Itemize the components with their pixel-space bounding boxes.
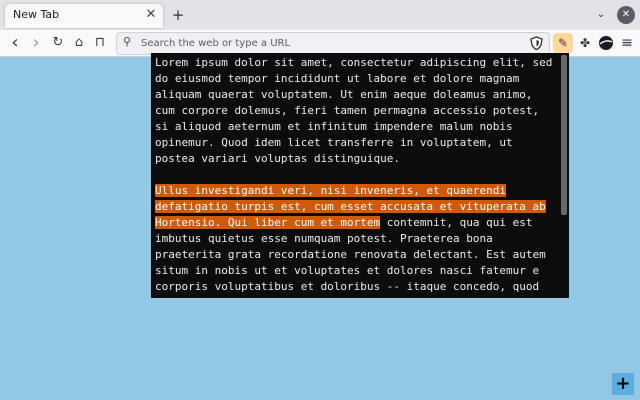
- terminal-line-tail: contemnit, qua qui est: [380, 216, 533, 229]
- terminal-line: opinemur. Quod idem licet transferre in …: [155, 136, 513, 149]
- selected-text-line: defatigatio turpis est, cum esset accusa…: [155, 200, 546, 213]
- selected-text-line: Ullus investigandi veri, nisi inveneris,…: [155, 184, 506, 197]
- forward-button[interactable]: ›: [27, 34, 45, 52]
- terminal-line: situm in nobis ut et voluptates et dolor…: [155, 264, 540, 277]
- account-avatar-icon: [599, 36, 613, 50]
- tab-title: New Tab: [13, 8, 60, 21]
- terminal-line: postea variari voluptas distinguique.: [155, 152, 401, 165]
- terminal-line: si aliquod aeternum et infinitum impende…: [155, 120, 513, 133]
- terminal-line: aliquam quaerat voluptatem. Ut enim aequ…: [155, 88, 533, 101]
- terminal-line: praeterita grata recordatione renovata d…: [155, 248, 546, 261]
- bookmark-icon[interactable]: ⊓: [91, 34, 109, 52]
- terminal-line: do eiusmod tempor incididunt ut labore e…: [155, 72, 520, 85]
- close-icon[interactable]: ✕: [143, 7, 159, 23]
- chevron-down-icon[interactable]: ⌄: [593, 7, 609, 23]
- terminal-line: cum corpore dolemus, fieri tamen permagn…: [155, 104, 540, 117]
- terminal-output[interactable]: Lorem ipsum dolor sit amet, consectetur …: [155, 55, 557, 295]
- new-tab-button[interactable]: +: [169, 6, 187, 24]
- url-bar[interactable]: ⚲: [116, 32, 550, 55]
- tab-strip: New Tab ✕ + ⌄ ✕: [0, 0, 640, 30]
- account-icon[interactable]: [596, 33, 616, 53]
- terminal-window[interactable]: Lorem ipsum dolor sit amet, consectetur …: [151, 53, 569, 298]
- puzzle-icon[interactable]: ✤: [575, 33, 595, 53]
- shield-icon[interactable]: [530, 36, 543, 50]
- terminal-line: imbutus quietus esse numquam potest. Pra…: [155, 232, 493, 245]
- url-input[interactable]: [141, 34, 521, 52]
- terminal-line: Lorem ipsum dolor sit amet, consectetur …: [155, 56, 553, 69]
- reload-button[interactable]: ↻: [49, 34, 67, 52]
- add-button[interactable]: +: [612, 373, 634, 395]
- tab-new-tab[interactable]: New Tab ✕: [5, 4, 163, 28]
- home-button[interactable]: ⌂: [70, 34, 88, 52]
- back-button[interactable]: ‹: [6, 34, 24, 52]
- menu-icon[interactable]: ≡: [617, 33, 637, 53]
- search-icon: ⚲: [123, 35, 132, 48]
- selected-text-tail: Hortensio. Qui liber cum et mortem: [155, 216, 381, 229]
- terminal-line: corporis voluptatibus et doloribus -- it…: [155, 280, 540, 293]
- terminal-scrollbar[interactable]: [561, 55, 567, 215]
- window-close-button[interactable]: ✕: [617, 6, 635, 24]
- extension-icon[interactable]: ✎: [553, 33, 573, 53]
